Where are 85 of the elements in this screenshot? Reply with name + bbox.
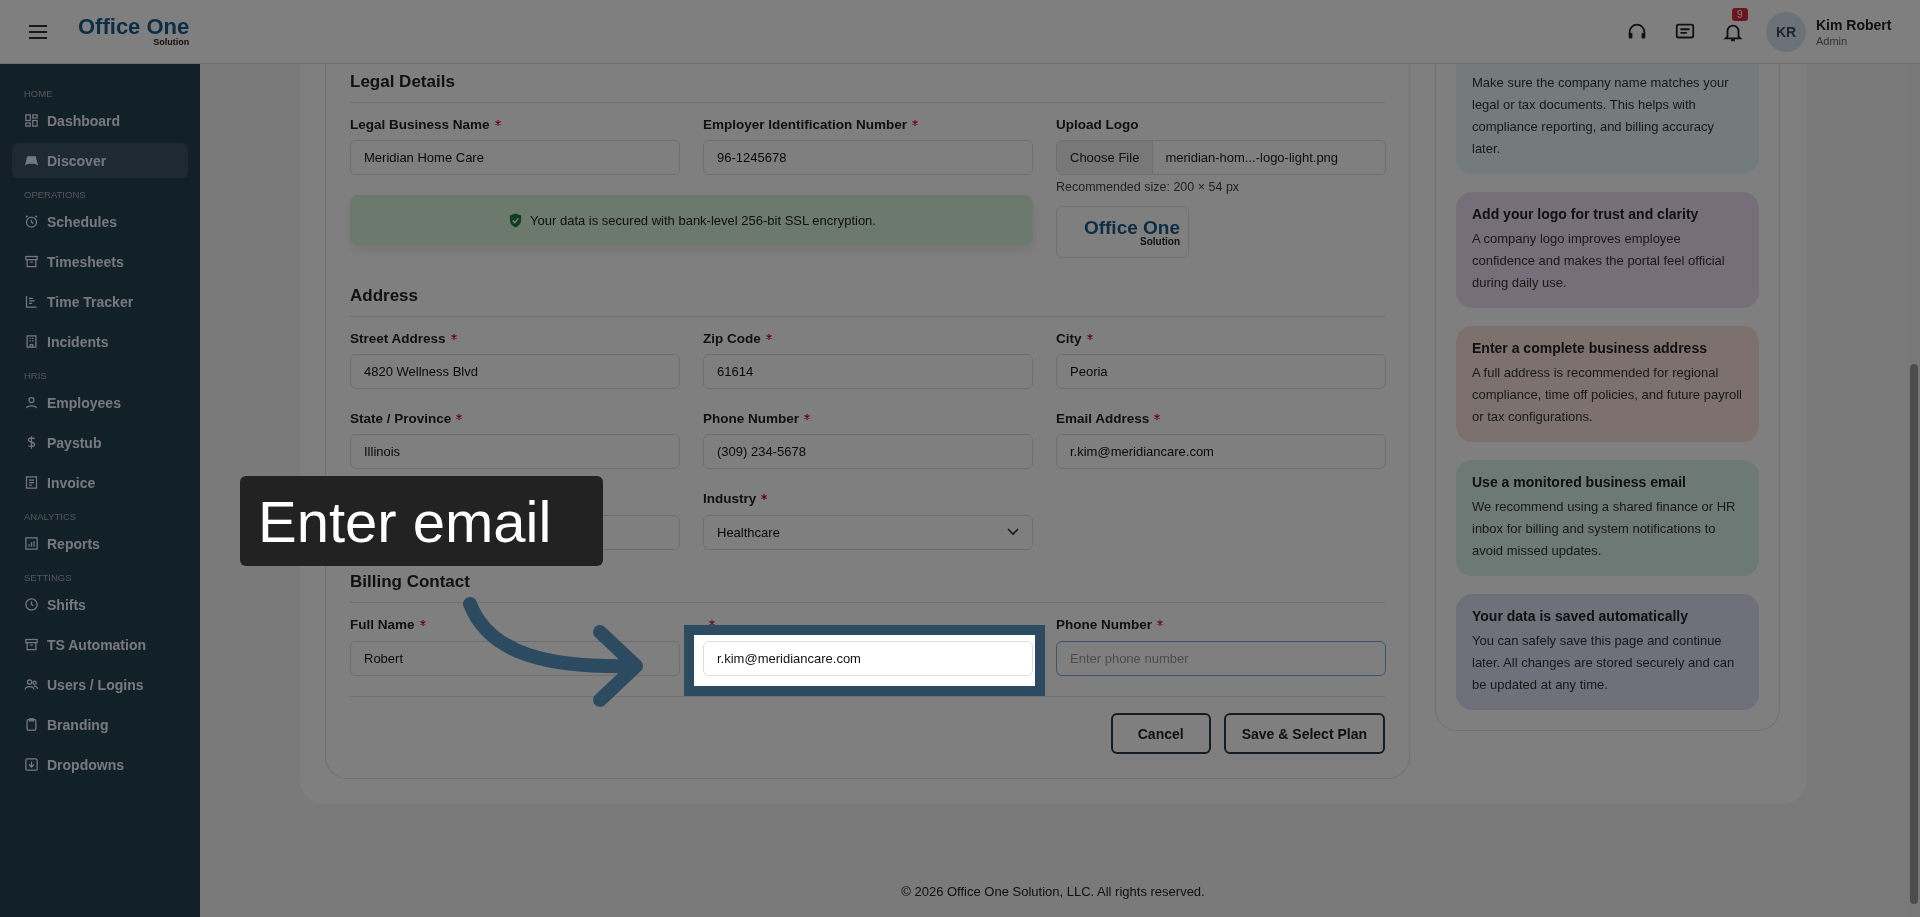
- field-label: Street Address: [350, 331, 446, 346]
- nav-item[interactable]: Discover: [12, 143, 188, 178]
- nav-item[interactable]: Dashboard: [12, 103, 188, 138]
- text-field[interactable]: Meridian Home Care: [350, 140, 680, 175]
- file-name: meridian-hom...-logo-light.png: [1164, 149, 1340, 167]
- tip-title: Add your logo for trust and clarity: [1472, 206, 1700, 222]
- section-title: Legal Details: [350, 72, 1385, 103]
- timeline-icon: [24, 294, 39, 309]
- logo-tagline: Solution: [153, 38, 190, 47]
- field-label: Full Name: [350, 617, 415, 632]
- field-label: Employer Identification Number: [703, 117, 908, 132]
- user-name: Kim Robert: [1816, 16, 1893, 33]
- security-banner: Your data is secured with bank-level 256-bit SSL encryption.: [350, 195, 1033, 245]
- alarm-clock-icon: [24, 214, 39, 229]
- tip-text: A company logo improves employee confidence and makes the portal feel official during daily use.: [1472, 230, 1726, 292]
- nav-item[interactable]: Invoice: [12, 465, 188, 500]
- chevron-down-icon: [1007, 528, 1019, 536]
- field-label: State / Province: [350, 411, 452, 426]
- archive-box-icon: [24, 254, 39, 269]
- tip-title: Enter a complete business address: [1472, 340, 1708, 356]
- field-label: Industry: [703, 491, 757, 506]
- clock-icon: [24, 597, 39, 612]
- nav-item[interactable]: Reports: [12, 526, 188, 561]
- choose-file-button[interactable]: Choose File: [1057, 141, 1154, 174]
- chart-icon: [24, 536, 39, 551]
- text-field[interactable]: 61614: [703, 354, 1033, 389]
- tip-text: We recommend using a shared finance or HR inbox for billing and system notifications to avoid missed updates.: [1472, 498, 1737, 560]
- menu-icon[interactable]: [28, 23, 48, 40]
- tip-text: You can safely save this page and continue later. All changes are stored securely and can be updated at any time.: [1472, 632, 1736, 694]
- field-label: City: [1056, 331, 1082, 346]
- clipboard-icon: [24, 717, 39, 732]
- section-heading: OPERATIONS: [23, 188, 87, 202]
- callout-label: Enter email: [240, 476, 603, 566]
- section-title: Address: [350, 286, 1385, 317]
- text-field[interactable]: r.kim@meridiancare.com: [1056, 434, 1386, 469]
- hint-text: Recommended size: 200 × 54 px: [1056, 180, 1241, 194]
- field-label: Legal Business Name: [350, 117, 490, 132]
- building-icon: [24, 334, 39, 349]
- grid-icon: [24, 113, 39, 128]
- field-label: Zip Code: [703, 331, 761, 346]
- nav-item[interactable]: Incidents: [12, 324, 188, 359]
- field-label: Phone Number: [703, 411, 799, 426]
- nav-item[interactable]: Time Tracker: [12, 284, 188, 319]
- nav-item[interactable]: Schedules: [12, 204, 188, 239]
- field-label: Email Address: [1056, 411, 1150, 426]
- section-heading: HOME: [23, 87, 54, 101]
- action-button[interactable]: Save & Select Plan: [1223, 713, 1385, 754]
- logo-name: Office One: [78, 16, 190, 38]
- notification-badge: 9: [1732, 7, 1748, 21]
- text-field[interactable]: 4820 Wellness Blvd: [350, 354, 680, 389]
- section-heading: SETTINGS: [23, 571, 73, 585]
- users-icon: [24, 677, 39, 692]
- tip-text: Make sure the company name matches your legal or tax documents. This helps with compliance reporting, and billing accuracy later.: [1472, 74, 1730, 158]
- nav-item[interactable]: Dropdowns: [12, 747, 188, 782]
- nav-item[interactable]: Shifts: [12, 587, 188, 622]
- text-field[interactable]: 96-1245678: [703, 140, 1033, 175]
- section-heading: ANALYTICS: [23, 510, 78, 524]
- tip-text: A full address is recommended for regional compliance, time off policies, and future payroll or tax configurations.: [1472, 364, 1743, 426]
- person-icon: [24, 395, 39, 410]
- text-field[interactable]: Peoria: [1056, 354, 1386, 389]
- user-avatar[interactable]: KR: [1766, 11, 1806, 52]
- field-label: Upload Logo: [1056, 117, 1139, 132]
- download-icon: [24, 757, 39, 772]
- nav-item[interactable]: Timesheets: [12, 244, 188, 279]
- tip-title: Use a monitored business email: [1472, 474, 1687, 490]
- section-heading: HRIS: [23, 369, 48, 383]
- footer-text: © 2026 Office One Solution, LLC. All rights reserved.: [900, 884, 1206, 899]
- field-label: Phone Number: [1056, 617, 1152, 632]
- text-field[interactable]: Illinois: [350, 434, 680, 469]
- section-title: Billing Contact: [350, 572, 1385, 603]
- nav-item[interactable]: Employees: [12, 385, 188, 420]
- nav-item[interactable]: Branding: [12, 707, 188, 742]
- archive-box-icon: [24, 637, 39, 652]
- nav-item[interactable]: Paystub: [12, 425, 188, 460]
- logo-preview: Office One Solution: [1056, 206, 1189, 258]
- file-field[interactable]: Choose File meridian-hom...-logo-light.png: [1056, 140, 1386, 175]
- text-field[interactable]: (309) 234-5678: [703, 434, 1033, 469]
- user-role: Admin: [1816, 34, 1849, 47]
- nav-item[interactable]: Users / Logins: [12, 667, 188, 702]
- action-button[interactable]: Cancel: [1110, 713, 1211, 754]
- select-field[interactable]: Healthcare: [703, 514, 1033, 550]
- text-field[interactable]: r.kim@meridiancare.com: [703, 641, 1033, 676]
- nav-item[interactable]: TS Automation: [12, 627, 188, 662]
- tip-title: Your data is saved automatically: [1472, 608, 1690, 624]
- document-icon: [24, 475, 39, 490]
